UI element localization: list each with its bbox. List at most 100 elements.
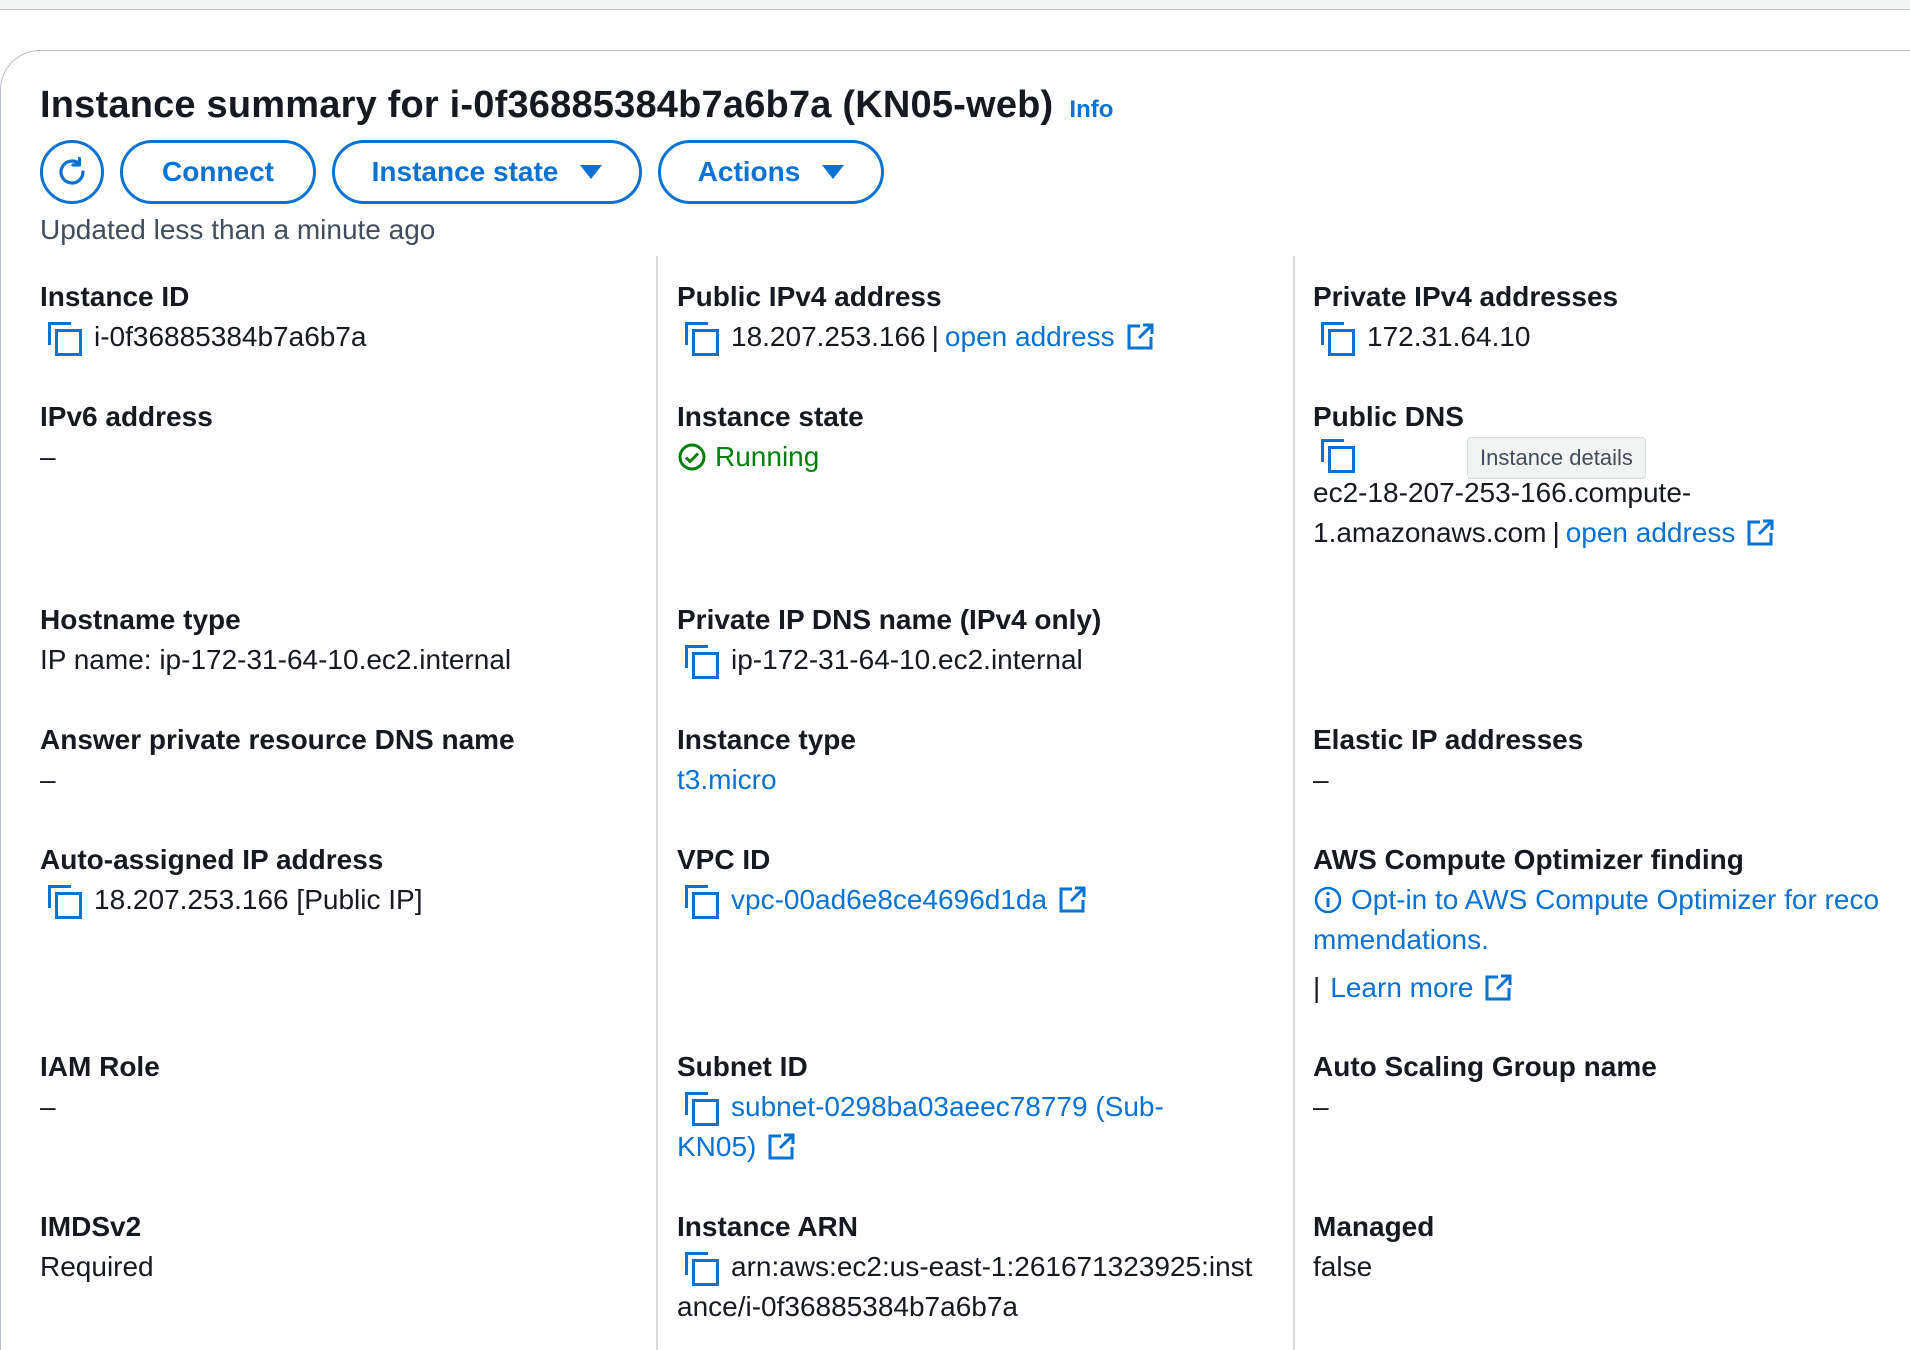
field-private-ipv4: Private IPv4 addresses 172.31.64.10 [1313,277,1618,357]
check-circle-icon [678,443,706,471]
actions-label: Actions [697,156,801,187]
field-imdsv2: IMDSv2 Required [40,1207,154,1287]
field-vpc-id: VPC ID vpc-00ad6e8ce4696d1da [677,840,1087,920]
field-private-ip-dns: Private IP DNS name (IPv4 only) ip-172-3… [677,600,1101,680]
field-label: Auto Scaling Group name [1313,1051,1657,1082]
connect-button[interactable]: Connect [120,140,316,204]
field-label: Managed [1313,1211,1435,1242]
field-label: Subnet ID [677,1051,808,1082]
field-value: 18.207.253.166 [Public IP] [40,880,422,920]
copy-icon[interactable] [46,883,82,919]
field-value: 1.amazonaws.com | open address [1313,513,1910,553]
field-label: Answer private resource DNS name [40,724,515,755]
field-answer-dns: Answer private resource DNS name – [40,720,515,800]
info-link[interactable]: Info [1069,96,1113,124]
separator: | [1313,972,1321,1003]
column-divider [1293,256,1295,1350]
copy-icon[interactable] [46,320,82,356]
caret-down-icon [822,165,845,179]
page-title: Instance summary for i-0f36885384b7a6b7a… [40,84,1054,126]
field-value: subnet-0298ba03aeec78779 (Sub- [677,1087,1277,1127]
public-dns-line2: 1.amazonaws.com [1313,517,1547,548]
field-public-ipv4: Public IPv4 address 18.207.253.166 | ope… [677,277,1155,357]
connect-label: Connect [162,156,274,187]
subnet-id-link-line2[interactable]: KN05) [677,1127,756,1167]
field-compute-optimizer: AWS Compute Optimizer finding Opt-in to … [1313,840,1910,1008]
optimizer-opt-in-link-line2[interactable]: mmendations. [1313,920,1910,960]
field-label: Private IP DNS name (IPv4 only) [677,604,1102,635]
optimizer-opt-in-link[interactable]: Opt-in to AWS Compute Optimizer for reco [1351,880,1879,920]
field-label: Instance ID [40,281,190,312]
actions-dropdown[interactable]: Actions [658,140,884,204]
instance-state-dropdown[interactable]: Instance state [332,140,642,204]
instance-id-value: i-0f36885384b7a6b7a [94,321,367,352]
copy-icon[interactable] [1319,437,1355,473]
field-subnet-id: Subnet ID subnet-0298ba03aeec78779 (Sub-… [677,1047,1277,1167]
private-ip-dns-value: ip-172-31-64-10.ec2.internal [731,644,1083,675]
field-value: i-0f36885384b7a6b7a [40,317,366,357]
external-link-icon[interactable] [766,1132,796,1162]
caret-down-icon [580,165,603,179]
instance-type-link[interactable]: t3.micro [677,760,856,800]
auto-ip-value: 18.207.253.166 [Public IP] [94,884,423,915]
external-link-icon[interactable] [1125,322,1155,352]
refresh-icon [59,156,85,185]
ipv6-value: – [40,441,56,472]
instance-arn-value: arn:aws:ec2:us-east-1:261671323925:inst [731,1251,1253,1282]
open-address-link[interactable]: open address [945,317,1115,357]
field-label: Private IPv4 addresses [1313,281,1619,312]
field-instance-state: Instance state Running [677,397,864,477]
status-running: Running [677,437,864,477]
copy-icon[interactable] [1319,320,1355,356]
asg-name-value: – [1313,1091,1329,1122]
field-ipv6: IPv6 address – [40,397,213,477]
external-link-icon[interactable] [1057,885,1087,915]
answer-dns-value: – [40,764,56,795]
field-hostname-type: Hostname type IP name: ip-172-31-64-10.e… [40,600,511,680]
copy-icon[interactable] [683,643,719,679]
field-label: VPC ID [677,844,771,875]
subnet-id-link[interactable]: subnet-0298ba03aeec78779 (Sub- [731,1087,1164,1127]
field-label: Instance state [677,401,864,432]
public-ipv4-value: 18.207.253.166 [731,321,926,352]
toolbar: Connect Instance state Actions [40,140,884,204]
learn-more-link[interactable]: Learn more [1330,968,1473,1008]
iam-role-value: – [40,1091,56,1122]
managed-value: false [1313,1251,1373,1282]
field-value: KN05) [677,1127,1277,1167]
copy-icon[interactable] [683,883,719,919]
instance-state-value: Running [715,441,820,472]
field-iam-role: IAM Role – [40,1047,160,1127]
external-link-icon[interactable] [1483,973,1513,1003]
copy-icon[interactable] [683,320,719,356]
field-elastic-ip: Elastic IP addresses – [1313,720,1583,800]
instance-arn-value-line2: ance/i-0f36885384b7a6b7a [677,1291,1018,1322]
field-label: Public IPv4 address [677,281,942,312]
info-icon [1314,886,1342,914]
field-label: Public DNS [1313,401,1464,432]
field-label: IPv6 address [40,401,213,432]
header: Instance summary for i-0f36885384b7a6b7a… [40,84,1113,127]
field-value: Opt-in to AWS Compute Optimizer for reco [1313,880,1910,920]
field-label: AWS Compute Optimizer finding [1313,844,1744,875]
top-bar [0,0,1910,10]
field-label: IAM Role [40,1051,160,1082]
field-value: | Learn more [1313,968,1910,1008]
field-instance-type: Instance type t3.micro [677,720,856,800]
external-link-icon[interactable] [1745,518,1775,548]
copy-icon[interactable] [683,1090,719,1126]
elastic-ip-value: – [1313,764,1329,795]
open-address-link[interactable]: open address [1566,513,1736,553]
imdsv2-value: Required [40,1251,154,1282]
vpc-id-link[interactable]: vpc-00ad6e8ce4696d1da [731,880,1047,920]
updated-text: Updated less than a minute ago [40,214,436,245]
field-label: Instance type [677,724,856,755]
field-managed: Managed false [1313,1207,1434,1287]
refresh-button[interactable] [40,140,104,204]
instance-state-label: Instance state [371,156,559,187]
hostname-type-value: IP name: ip-172-31-64-10.ec2.internal [40,644,512,675]
separator: | [931,321,939,352]
field-label: IMDSv2 [40,1211,142,1242]
copy-icon[interactable] [683,1250,719,1286]
field-label: Elastic IP addresses [1313,724,1584,755]
